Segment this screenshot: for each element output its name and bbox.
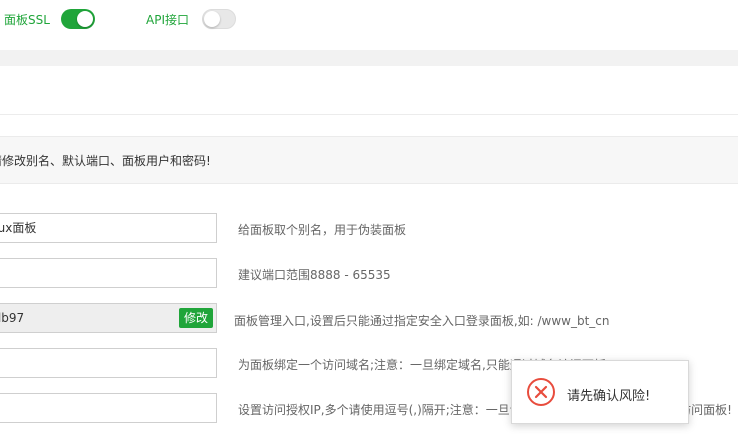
section-separator	[0, 50, 738, 66]
authorized-ip-input[interactable]	[0, 393, 217, 423]
toast-message: 请先确认风险!	[567, 389, 651, 404]
bind-domain-input[interactable]	[0, 348, 217, 378]
api-toggle-label: API接口	[146, 13, 189, 27]
divider	[0, 114, 738, 115]
toggle-knob	[204, 11, 220, 27]
panel-alias-value: Linux面板	[0, 221, 37, 235]
notice-text: 请修改别名、默认端口、面板用户和密码!	[0, 154, 211, 168]
ssl-toggle[interactable]	[61, 9, 95, 29]
security-entry-value: /4db97	[0, 311, 25, 325]
security-entry-hint: 面板管理入口,设置后只能通过指定安全入口登录面板,如: /www_bt_cn	[234, 314, 610, 328]
edit-entry-button[interactable]: 修改	[179, 308, 213, 328]
api-toggle[interactable]	[202, 9, 236, 29]
error-toast: 请先确认风险!	[511, 360, 689, 424]
panel-port-hint: 建议端口范围8888 - 65535	[238, 268, 391, 282]
panel-alias-input[interactable]: Linux面板	[0, 213, 217, 243]
panel-alias-hint: 给面板取个别名，用于伪装面板	[238, 223, 407, 237]
error-circle-icon	[527, 378, 555, 406]
panel-port-input[interactable]	[0, 258, 217, 288]
toggle-knob	[77, 11, 93, 27]
ssl-toggle-label: 面板SSL	[4, 13, 50, 27]
